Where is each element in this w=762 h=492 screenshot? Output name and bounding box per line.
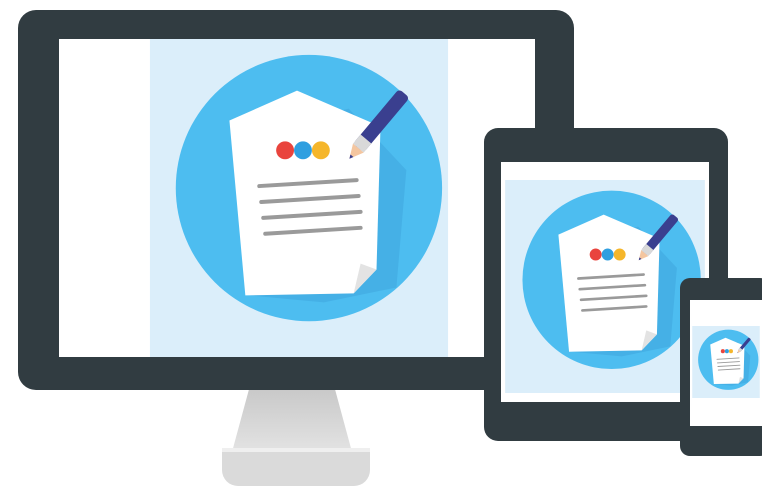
document-icon [692, 326, 760, 398]
tablet-bottom-bezel [501, 402, 709, 410]
document-icon [147, 39, 451, 357]
document-icon [505, 180, 705, 393]
monitor-base [222, 448, 370, 486]
monitor-stand [232, 390, 352, 452]
